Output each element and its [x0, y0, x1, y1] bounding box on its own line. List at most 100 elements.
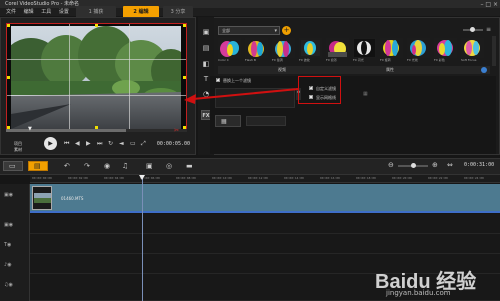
- custom-filter-checkbox[interactable]: [309, 84, 313, 90]
- video-track-icon[interactable]: ▣◉: [4, 192, 13, 198]
- slider-knob[interactable]: [470, 27, 475, 32]
- preview-frame-image: [11, 26, 181, 129]
- mix-audio-icon[interactable]: ♫: [122, 162, 128, 170]
- ruler-tick: 00:00:02:00: [68, 176, 88, 180]
- trim-out-icon[interactable]: ✂: [174, 127, 179, 134]
- go-start-icon[interactable]: ⏮: [64, 140, 69, 148]
- resize-handle[interactable]: [183, 24, 186, 27]
- timeline-ruler[interactable]: 00:00:00:00 00:00:02:00 00:00:04:00 00:0…: [30, 175, 500, 183]
- filter-thumbnail[interactable]: Soft Focus: [461, 38, 484, 62]
- custom-filter-label: 自定义滤镜: [316, 86, 336, 91]
- library-scrollbar[interactable]: [492, 36, 496, 66]
- grid-line: [69, 24, 70, 130]
- grid-settings-icon[interactable]: ▦: [363, 91, 368, 97]
- timecode-display[interactable]: 00:00:05.00: [157, 141, 190, 147]
- title-track-icon[interactable]: T◉: [4, 242, 11, 248]
- auto-music-icon[interactable]: ▣: [146, 162, 153, 170]
- zoom-out-icon[interactable]: ⊖: [388, 161, 394, 169]
- fx-slot[interactable]: [246, 116, 286, 126]
- add-folder-button[interactable]: +: [282, 26, 291, 35]
- thumbnail-label: Color C: [218, 58, 229, 62]
- close-icon[interactable]: ×: [493, 1, 498, 8]
- filter-thumbnail[interactable]: FX 旋转: [380, 38, 403, 62]
- resize-handle[interactable]: [183, 76, 186, 79]
- media-icon[interactable]: ▣: [201, 27, 211, 37]
- voice-track-icon[interactable]: ♪◉: [4, 262, 12, 268]
- thumbnail-label: Flash B: [245, 58, 256, 62]
- thumbnail-label: FX 遮罩: [326, 58, 337, 62]
- resize-handle[interactable]: [95, 24, 98, 27]
- filter-thumbnail[interactable]: FX 漩涡: [272, 38, 295, 62]
- volume-icon[interactable]: ◄: [119, 140, 124, 147]
- filter-list[interactable]: [215, 88, 295, 108]
- maximize-icon[interactable]: □: [485, 1, 491, 8]
- filter-thumbnail[interactable]: Flash B: [245, 38, 268, 62]
- go-end-icon[interactable]: ⏭: [97, 140, 102, 148]
- motion-track-icon[interactable]: ◎: [166, 162, 172, 170]
- ruler-tick: 00:00:24:00: [464, 176, 484, 180]
- sort-icon[interactable]: ≡: [486, 26, 491, 33]
- window-controls[interactable]: – □ ×: [480, 1, 498, 8]
- next-frame-icon[interactable]: ▶: [86, 140, 91, 147]
- video-track[interactable]: [30, 184, 500, 213]
- track-headers: ▣◉ ▣◉ T◉ ♪◉ ♫◉: [0, 184, 30, 301]
- overlay-track[interactable]: [30, 214, 500, 234]
- prev-frame-icon[interactable]: ◀: [75, 140, 80, 147]
- preset-icon: ▦: [221, 118, 227, 125]
- zoom-knob[interactable]: [411, 163, 416, 168]
- subtitle-icon[interactable]: ▬: [186, 162, 193, 170]
- filter-thumbnail[interactable]: FX 光线: [407, 38, 430, 62]
- thumbnail-label: FX 波纹: [299, 58, 310, 62]
- fit-project-icon[interactable]: ⇔: [447, 161, 453, 169]
- timeline-view-button[interactable]: ▤: [28, 161, 48, 171]
- filter-thumbnail[interactable]: FX 彩色: [434, 38, 457, 62]
- undo-icon[interactable]: ↶: [64, 162, 70, 170]
- thumbnail-label: FX 旋转: [380, 58, 391, 62]
- play-button[interactable]: ▶: [44, 137, 57, 150]
- playhead-line[interactable]: [142, 175, 143, 301]
- title-track[interactable]: [30, 234, 500, 254]
- replace-filter-checkbox[interactable]: [216, 76, 220, 82]
- options-tabs: 视频 属性: [218, 66, 490, 74]
- preview-viewport[interactable]: [6, 23, 187, 131]
- overlay-track-icon[interactable]: ▣◉: [4, 222, 13, 228]
- transition-icon[interactable]: ◧: [201, 59, 211, 69]
- storyboard-view-button[interactable]: ▭: [3, 161, 23, 171]
- ruler-tick: 00:00:10:00: [212, 176, 232, 180]
- menu-file[interactable]: 文件: [6, 9, 16, 15]
- instant-project-icon[interactable]: ▤: [201, 43, 211, 53]
- resize-handle[interactable]: [7, 24, 10, 27]
- menu-edit[interactable]: 编辑: [24, 9, 34, 15]
- zoom-in-icon[interactable]: ⊕: [432, 161, 438, 169]
- grid-line: [7, 95, 186, 96]
- watermark-url: jingyan.baidu.com: [386, 289, 451, 297]
- fullscreen-icon[interactable]: ⤢: [141, 140, 146, 148]
- clip-thumbnail[interactable]: [32, 186, 52, 210]
- ruler-tick: 00:00:20:00: [392, 176, 412, 180]
- show-grid-label: 显示网格线: [316, 95, 336, 100]
- scrub-marker-icon[interactable]: ▼: [28, 126, 32, 132]
- grid-line: [129, 24, 130, 130]
- clip-mode-label[interactable]: 素材: [14, 147, 22, 153]
- tab-attributes[interactable]: 属性: [386, 66, 394, 74]
- music-track-icon[interactable]: ♫◉: [4, 282, 13, 288]
- filter-thumbnail[interactable]: FX 遮罩: [326, 38, 349, 62]
- fx-mode-box[interactable]: ▦: [215, 115, 241, 127]
- repeat-icon[interactable]: ↻: [108, 140, 113, 147]
- scrub-bar[interactable]: [6, 129, 187, 132]
- filter-thumbnail[interactable]: FX 波纹: [299, 38, 322, 62]
- collapse-options-icon[interactable]: [481, 67, 487, 73]
- filter-thumbnail[interactable]: FX 闪光: [353, 38, 376, 62]
- thumbnail-label: Soft Focus: [461, 58, 477, 62]
- record-capture-icon[interactable]: ◉: [104, 162, 110, 170]
- gallery-dropdown[interactable]: 全部: [218, 26, 280, 35]
- menu-tools[interactable]: 工具: [41, 9, 51, 15]
- ruler-tick: 00:00:04:00: [104, 176, 124, 180]
- hd-preview-icon[interactable]: ▭: [130, 140, 136, 147]
- minimize-icon[interactable]: –: [480, 1, 483, 8]
- tab-video[interactable]: 视频: [278, 66, 286, 74]
- show-grid-checkbox[interactable]: [309, 95, 313, 99]
- filter-thumbnail[interactable]: Color C: [218, 38, 241, 62]
- redo-icon[interactable]: ↷: [84, 162, 90, 170]
- resize-handle[interactable]: [7, 76, 10, 79]
